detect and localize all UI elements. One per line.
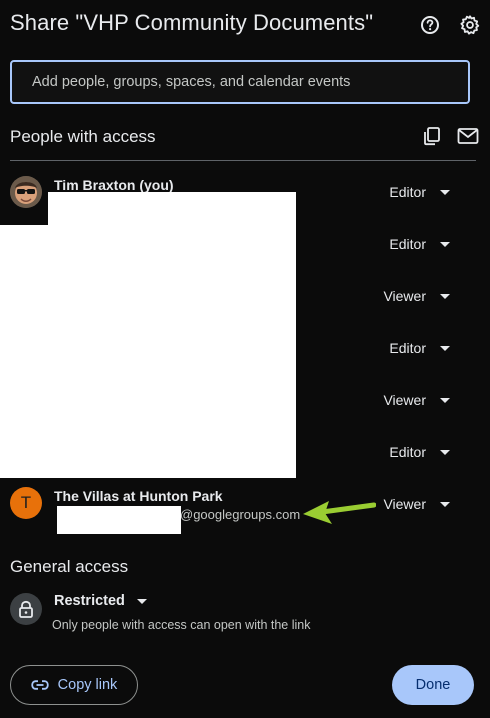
role-dropdown[interactable]: Editor	[360, 232, 450, 256]
role-label: Editor	[389, 236, 426, 252]
caret-down-icon	[440, 397, 450, 403]
role-dropdown[interactable]: Editor	[360, 440, 450, 464]
role-dropdown[interactable]: Viewer	[360, 388, 450, 412]
caret-down-icon	[440, 449, 450, 455]
redaction-block	[57, 506, 181, 534]
lock-icon	[10, 593, 42, 625]
gear-icon[interactable]	[459, 14, 481, 36]
redaction-block	[48, 192, 296, 226]
caret-down-icon	[440, 345, 450, 351]
redaction-block	[0, 225, 296, 478]
done-button[interactable]: Done	[392, 665, 474, 705]
role-label: Viewer	[383, 496, 426, 512]
person-name: The Villas at Hunton Park	[54, 488, 223, 504]
role-label: Editor	[389, 184, 426, 200]
general-access-dropdown[interactable]: Restricted	[54, 593, 147, 609]
people-with-access-heading: People with access	[10, 127, 156, 146]
group-avatar: T	[10, 487, 42, 519]
caret-down-icon	[440, 189, 450, 195]
user-avatar	[10, 176, 42, 208]
add-people-field[interactable]	[10, 60, 470, 104]
add-people-input[interactable]	[30, 73, 450, 91]
access-description: Only people with access can open with th…	[52, 618, 311, 632]
copy-link-label: Copy link	[57, 677, 118, 693]
help-circle-icon[interactable]	[419, 14, 441, 36]
copy-emails-icon[interactable]	[422, 126, 442, 151]
caret-down-icon	[440, 293, 450, 299]
role-dropdown[interactable]: Editor	[360, 336, 450, 360]
person-email: @googlegroups.com	[180, 507, 301, 522]
person-name: Tim Braxton (you)	[54, 177, 174, 193]
role-label: Viewer	[383, 288, 426, 304]
general-access-heading: General access	[10, 557, 129, 576]
section-divider	[10, 160, 476, 161]
role-label: Viewer	[383, 392, 426, 408]
annotation-arrow-icon	[300, 497, 377, 532]
access-level-label: Restricted	[54, 593, 125, 609]
caret-down-icon	[136, 598, 147, 604]
email-icon[interactable]	[457, 127, 479, 150]
link-icon	[30, 680, 49, 690]
caret-down-icon	[440, 241, 450, 247]
role-dropdown[interactable]: Viewer	[360, 284, 450, 308]
role-label: Editor	[389, 340, 426, 356]
caret-down-icon	[440, 501, 450, 507]
copy-link-button[interactable]: Copy link	[10, 665, 138, 705]
dialog-title: Share "VHP Community Documents"	[10, 10, 374, 35]
role-label: Editor	[389, 444, 426, 460]
role-dropdown[interactable]: Editor	[360, 180, 450, 204]
